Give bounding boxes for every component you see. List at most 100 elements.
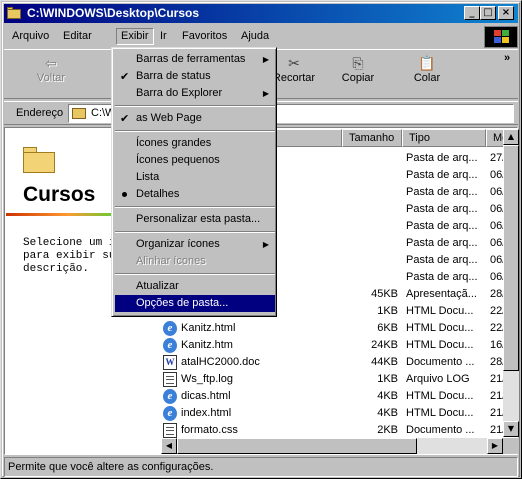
file-size: 24KB [371, 339, 398, 351]
file-size: 6KB [377, 322, 398, 334]
folder-icon [72, 108, 86, 119]
menu-arquivo[interactable]: Arquivo [8, 28, 53, 45]
file-name: formato.css [181, 424, 238, 436]
file-type: Apresentaçã... [406, 288, 477, 300]
explorer-window: C:\WINDOWS\Desktop\Cursos _ □ × Arquivo E… [0, 0, 522, 479]
column-header-tipo[interactable]: Tipo [402, 129, 486, 147]
scroll-down-button[interactable]: ▼ [503, 421, 519, 437]
file-row[interactable]: edicas.html4KBHTML Docu...21/09 [161, 388, 517, 405]
file-row[interactable]: eKanitz.html6KBHTML Docu...22/08 [161, 320, 517, 337]
file-type: Pasta de arq... [406, 254, 478, 266]
file-size: 4KB [377, 390, 398, 402]
menu-organizar[interactable]: Organizar ícones ▶ [115, 236, 275, 253]
file-type: Pasta de arq... [406, 203, 478, 215]
menu-barra-status[interactable]: Barra de status ✔ [115, 68, 275, 85]
html-file-icon: e [163, 406, 177, 421]
copy-icon: ⎘ [352, 55, 364, 71]
file-row[interactable]: formato.css2KBDocumento ...21/09 [161, 422, 517, 439]
menu-web-page-label: as Web Page [136, 112, 202, 124]
menu-icones-pequenos[interactable]: Ícones pequenos [115, 152, 275, 169]
html-file-icon: e [163, 389, 177, 404]
menu-opcoes-pasta-label: Opções de pasta... [136, 297, 229, 309]
file-type: HTML Docu... [406, 390, 474, 402]
menu-organizar-label: Organizar ícones [136, 238, 220, 250]
menu-alinhar-label: Alinhar ícones [136, 255, 206, 267]
menu-barras-ferramentas[interactable]: Barras de ferramentas ▶ [115, 51, 275, 68]
copy-label: Copiar [341, 72, 375, 84]
menu-web-page[interactable]: as Web Page ✔ [115, 110, 275, 127]
submenu-arrow-icon: ▶ [262, 89, 269, 98]
scroll-left-button[interactable]: ◀ [161, 438, 177, 454]
word-document-icon: W [163, 355, 177, 370]
file-row[interactable]: Ws_ftp.log1KBArquivo LOG21/09 [161, 371, 517, 388]
menu-favoritos[interactable]: Favoritos [178, 28, 231, 45]
copy-button[interactable]: ⎘ Copiar [334, 54, 382, 94]
menu-separator [115, 206, 275, 208]
file-type: Pasta de arq... [406, 271, 478, 283]
back-button[interactable]: ⇦ Voltar [26, 54, 76, 94]
file-row[interactable]: eindex.html4KBHTML Docu...21/09 [161, 405, 517, 422]
menu-lista[interactable]: Lista [115, 169, 275, 186]
checkmark-icon: ✔ [120, 70, 130, 83]
file-size: 2KB [377, 424, 398, 436]
file-name: index.html [181, 407, 232, 419]
html-file-icon: e [163, 321, 177, 336]
menu-exibir[interactable]: Exibir [116, 28, 154, 45]
clipboard-icon: 📋 [418, 55, 436, 71]
menu-separator [115, 105, 275, 107]
submenu-arrow-icon: ▶ [262, 55, 269, 64]
horizontal-scroll-thumb[interactable] [177, 438, 417, 454]
scroll-up-button[interactable]: ▲ [503, 129, 519, 145]
menu-lista-label: Lista [136, 171, 160, 183]
file-row[interactable]: eKanitz.htm24KBHTML Docu...16/08 [161, 337, 517, 354]
close-button[interactable]: × [498, 6, 514, 20]
scrollbar-corner [503, 438, 519, 454]
file-type: Pasta de arq... [406, 220, 478, 232]
file-name: dicas.html [181, 390, 231, 402]
vertical-scrollbar[interactable]: ▲ ▼ [503, 129, 519, 437]
menu-icones-grandes[interactable]: Ícones grandes [115, 135, 275, 152]
file-type: HTML Docu... [406, 407, 474, 419]
toolbar-overflow-chevron[interactable]: » [504, 52, 510, 64]
menu-opcoes-pasta[interactable]: Opções de pasta... [115, 295, 275, 312]
text-file-icon [163, 423, 177, 438]
file-size: 1KB [377, 373, 398, 385]
menu-atualizar[interactable]: Atualizar [115, 278, 275, 295]
checkmark-icon: ✔ [120, 112, 130, 125]
menu-ajuda[interactable]: Ajuda [237, 28, 273, 45]
file-type: Pasta de arq... [406, 152, 478, 164]
paste-label: Colar [413, 72, 441, 84]
back-arrow-icon: ⇦ [45, 55, 57, 71]
file-type: HTML Docu... [406, 305, 474, 317]
file-name: Kanitz.html [181, 322, 236, 334]
file-type: Arquivo LOG [406, 373, 470, 385]
maximize-button[interactable]: □ [480, 6, 496, 20]
html-file-icon: e [163, 338, 177, 353]
file-type: HTML Docu... [406, 339, 474, 351]
menu-ir[interactable]: Ir [156, 28, 171, 45]
file-type: Pasta de arq... [406, 237, 478, 249]
large-folder-icon [23, 147, 55, 173]
minimize-button[interactable]: _ [464, 6, 480, 20]
submenu-arrow-icon: ▶ [262, 240, 269, 249]
vertical-scroll-thumb[interactable] [503, 145, 519, 371]
menu-editar[interactable]: Editar [59, 28, 96, 45]
menu-personalizar[interactable]: Personalizar esta pasta... [115, 211, 275, 228]
menu-personalizar-label: Personalizar esta pasta... [136, 213, 261, 225]
file-type: HTML Docu... [406, 322, 474, 334]
menu-detalhes[interactable]: Detalhes [115, 186, 275, 203]
file-size: 44KB [371, 356, 398, 368]
menu-separator [115, 273, 275, 275]
file-name: Kanitz.htm [181, 339, 233, 351]
menu-icones-pequenos-label: Ícones pequenos [136, 154, 220, 166]
file-row[interactable]: WatalHC2000.doc44KBDocumento ...28/07 [161, 354, 517, 371]
scroll-right-button[interactable]: ▶ [487, 438, 503, 454]
back-label: Voltar [36, 72, 66, 84]
title-bar[interactable]: C:\WINDOWS\Desktop\Cursos _ □ × [4, 4, 518, 23]
paste-button[interactable]: 📋 Colar [406, 54, 448, 94]
horizontal-scrollbar[interactable]: ◀ ▶ [161, 438, 503, 454]
column-header-tamanho[interactable]: Tamanho [342, 129, 402, 147]
text-file-icon [163, 372, 177, 387]
menu-barra-explorer[interactable]: Barra do Explorer ▶ [115, 85, 275, 102]
status-text: Permite que você altere as configurações… [8, 461, 214, 473]
